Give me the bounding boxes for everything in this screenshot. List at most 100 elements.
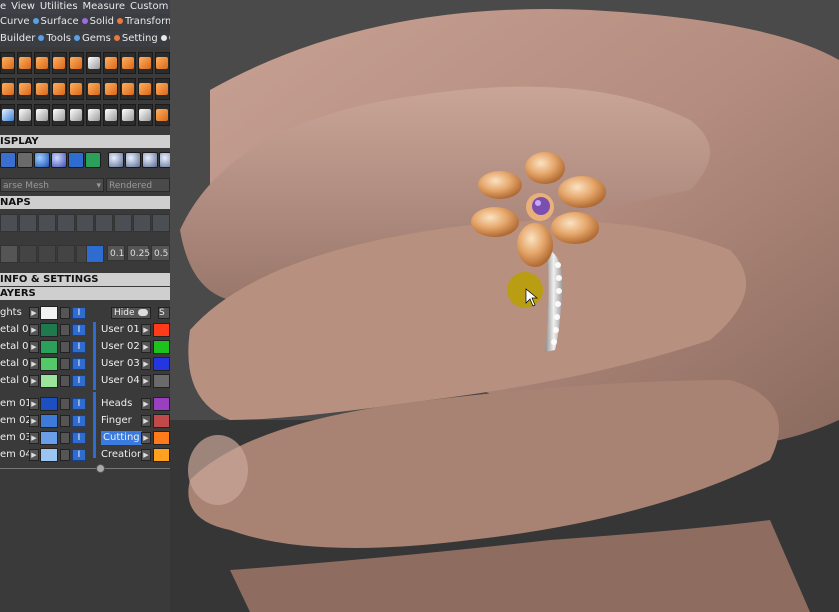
visibility-icon[interactable]: I (72, 432, 86, 444)
show-button[interactable]: S (158, 307, 170, 319)
tool-2-6-icon[interactable] (103, 78, 119, 100)
row1-module-2[interactable]: Solid (90, 16, 114, 27)
layer-color-swatch[interactable] (40, 374, 58, 388)
row1-module-0[interactable]: Curve (0, 16, 30, 27)
row2-module-1[interactable]: Tools (46, 33, 71, 44)
layer-color-swatch[interactable] (40, 431, 58, 445)
layer-color-swatch[interactable] (40, 340, 58, 354)
expand-arrow-icon[interactable]: ▶ (29, 398, 39, 410)
snap-point-icon[interactable] (57, 245, 75, 263)
tool-3-7-icon[interactable] (120, 104, 136, 126)
row1-module-3[interactable]: Transform (125, 16, 170, 27)
snap-option-7-icon[interactable] (133, 214, 151, 232)
snap-option-1-icon[interactable] (19, 214, 37, 232)
layer-color-swatch[interactable] (153, 397, 170, 411)
snap-active-icon[interactable] (86, 245, 104, 263)
row2-module-3[interactable]: Setting (122, 33, 158, 44)
layer-name[interactable]: Finger (101, 414, 132, 428)
menu-custom[interactable]: Custom (130, 1, 168, 12)
sphere-render-icon[interactable] (51, 152, 67, 168)
expand-arrow-icon[interactable]: ▶ (141, 341, 151, 353)
row1-module-1[interactable]: Surface (41, 16, 79, 27)
tool-1-3-icon[interactable] (51, 52, 67, 74)
tool-1-6-icon[interactable] (103, 52, 119, 74)
visibility-icon[interactable]: I (72, 307, 86, 319)
snap-curve-icon[interactable] (19, 245, 37, 263)
layer-color-swatch[interactable] (153, 414, 170, 428)
tool-2-7-icon[interactable] (120, 78, 136, 100)
row2-module-0[interactable]: Builder (0, 33, 35, 44)
tool-2-4-icon[interactable] (68, 78, 85, 100)
layer-name[interactable]: Cutting (101, 431, 142, 445)
layer-color-swatch[interactable] (40, 414, 58, 428)
layer-color-swatch[interactable] (153, 357, 170, 371)
tool-1-7-icon[interactable] (120, 52, 136, 74)
expand-arrow-icon[interactable]: ▶ (29, 341, 39, 353)
layer-color-swatch[interactable] (153, 323, 170, 337)
snap-option-3-icon[interactable] (57, 214, 75, 232)
tool-2-0-icon[interactable] (0, 78, 16, 100)
snap-step-0[interactable]: 0.1 (107, 245, 125, 261)
tool-3-0-icon[interactable] (0, 104, 16, 126)
snap-option-8-icon[interactable] (152, 214, 170, 232)
lock-icon[interactable] (60, 341, 70, 353)
layer-color-swatch[interactable] (153, 431, 170, 445)
material-3-icon[interactable] (142, 152, 158, 168)
mesh-mode-select[interactable]: arse Mesh ▾ (0, 178, 104, 192)
snap-option-2-icon[interactable] (38, 214, 56, 232)
snap-option-4-icon[interactable] (76, 214, 94, 232)
hide-toggle[interactable]: Hide (111, 307, 151, 319)
display-section-header[interactable]: ISPLAY (0, 135, 170, 148)
snaps-section-header[interactable]: NAPS (0, 196, 170, 209)
layer-color-swatch[interactable] (40, 323, 58, 337)
tool-3-6-icon[interactable] (103, 104, 119, 126)
expand-arrow-icon[interactable]: ▶ (29, 324, 39, 336)
layer-name[interactable]: User 02 (101, 340, 140, 354)
layer-name[interactable]: em 02 (0, 414, 32, 428)
expand-arrow-icon[interactable]: ▶ (29, 415, 39, 427)
sphere-blue-icon[interactable] (34, 152, 50, 168)
tool-2-2-icon[interactable] (34, 78, 50, 100)
tool-3-3-icon[interactable] (51, 104, 67, 126)
lock-icon[interactable] (60, 358, 70, 370)
snap-grid-icon[interactable] (0, 245, 18, 263)
expand-arrow-icon[interactable]: ▶ (29, 307, 39, 319)
expand-arrow-icon[interactable]: ▶ (29, 375, 39, 387)
lock-icon[interactable] (60, 307, 70, 319)
lock-icon[interactable] (60, 375, 70, 387)
material-4-icon[interactable] (159, 152, 170, 168)
expand-arrow-icon[interactable]: ▶ (141, 415, 151, 427)
tool-3-4-icon[interactable] (68, 104, 85, 126)
menu-utilities[interactable]: Utilities (40, 1, 78, 12)
expand-arrow-icon[interactable]: ▶ (141, 398, 151, 410)
tool-3-2-icon[interactable] (34, 104, 50, 126)
lights-color-swatch[interactable] (40, 306, 58, 320)
tool-2-8-icon[interactable] (137, 78, 153, 100)
visibility-icon[interactable]: I (72, 358, 86, 370)
expand-arrow-icon[interactable]: ▶ (141, 324, 151, 336)
tool-2-1-icon[interactable] (17, 78, 33, 100)
visibility-icon[interactable]: I (72, 375, 86, 387)
snap-step-1[interactable]: 0.25 (127, 245, 150, 261)
render-icon[interactable] (68, 152, 84, 168)
expand-arrow-icon[interactable]: ▶ (141, 358, 151, 370)
menu-view[interactable]: View (11, 1, 35, 12)
snap-step-2[interactable]: 0.5 (151, 245, 170, 261)
info-settings-section-header[interactable]: INFO & SETTINGS (0, 273, 170, 286)
tool-3-5-icon[interactable] (86, 104, 102, 126)
tool-1-1-icon[interactable] (17, 52, 33, 74)
lock-icon[interactable] (60, 398, 70, 410)
tool-2-9-icon[interactable] (154, 78, 170, 100)
wireframe-icon[interactable] (0, 152, 16, 168)
tool-1-0-icon[interactable] (0, 52, 16, 74)
expand-arrow-icon[interactable]: ▶ (29, 432, 39, 444)
tool-2-5-icon[interactable] (86, 78, 102, 100)
layer-name[interactable]: Creation (101, 448, 143, 462)
layer-name[interactable]: User 03 (101, 357, 140, 371)
render-viewport[interactable] (170, 0, 839, 612)
resize-handle[interactable] (96, 464, 105, 473)
grid-icon[interactable] (85, 152, 101, 168)
layer-color-swatch[interactable] (153, 374, 170, 388)
tool-3-1-icon[interactable] (17, 104, 33, 126)
layer-color-swatch[interactable] (40, 397, 58, 411)
